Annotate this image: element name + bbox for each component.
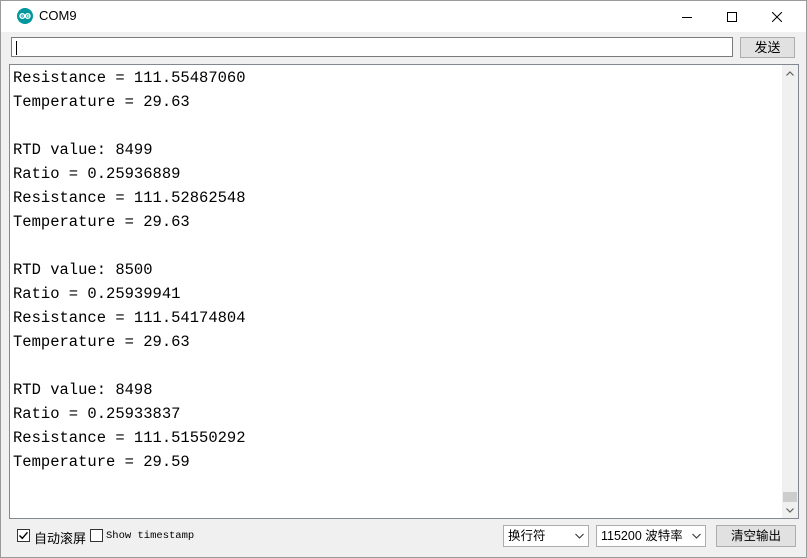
close-icon [772,11,782,22]
close-button[interactable] [754,1,800,32]
chevron-down-icon [692,533,701,539]
output-line: Resistance = 111.55487060 [13,69,246,87]
baud-rate-select[interactable]: 115200 波特率 [596,525,706,547]
output-line: Resistance = 111.54174804 [13,309,246,327]
maximize-button[interactable] [709,1,755,32]
minimize-icon [682,16,692,18]
scroll-up-button[interactable] [782,65,798,81]
chevron-up-icon [786,70,794,76]
timestamp-label[interactable]: Show timestamp [106,530,194,542]
output-line: RTD value: 8500 [13,261,153,279]
send-button[interactable]: 发送 [740,37,795,58]
line-ending-select[interactable]: 换行符 [503,525,589,547]
scrollbar-thumb[interactable] [783,492,797,502]
output-line: Temperature = 29.63 [13,93,190,111]
clear-output-button[interactable]: 清空输出 [716,525,796,547]
chevron-down-icon [575,533,584,539]
line-ending-value: 换行符 [508,529,546,543]
output-line: Ratio = 0.25936889 [13,165,181,183]
text-caret [16,41,17,55]
serial-monitor-window: COM9 发送 Resistance = 111.55487060 Temper… [0,0,807,558]
output-line: Temperature = 29.59 [13,453,190,471]
autoscroll-label[interactable]: 自动滚屏 [34,528,86,547]
output-line: Ratio = 0.25933837 [13,405,181,423]
output-line: RTD value: 8499 [13,141,153,159]
vertical-scrollbar[interactable] [782,65,798,518]
chevron-down-icon [786,507,794,513]
scroll-down-button[interactable] [782,502,798,518]
title-bar[interactable]: COM9 [1,1,806,32]
checkmark-icon [19,531,29,540]
output-line: Ratio = 0.25939941 [13,285,181,303]
serial-output[interactable]: Resistance = 111.55487060 Temperature = … [9,64,799,519]
output-line: RTD value: 8498 [13,381,153,399]
output-line: Temperature = 29.63 [13,213,190,231]
output-line: Resistance = 111.51550292 [13,429,246,447]
send-input[interactable] [11,37,733,57]
baud-rate-value: 115200 波特率 [601,529,683,543]
output-line: Temperature = 29.63 [13,333,190,351]
autoscroll-checkbox[interactable] [17,529,30,542]
timestamp-checkbox[interactable] [90,529,103,542]
bottom-toolbar: 自动滚屏 Show timestamp 换行符 115200 波特率 清空输出 [1,521,806,557]
output-lines: Resistance = 111.55487060 Temperature = … [13,66,246,474]
output-line: Resistance = 111.52862548 [13,189,246,207]
arduino-icon [17,8,33,24]
minimize-button[interactable] [664,1,710,32]
window-title: COM9 [39,8,77,23]
maximize-icon [727,11,737,22]
